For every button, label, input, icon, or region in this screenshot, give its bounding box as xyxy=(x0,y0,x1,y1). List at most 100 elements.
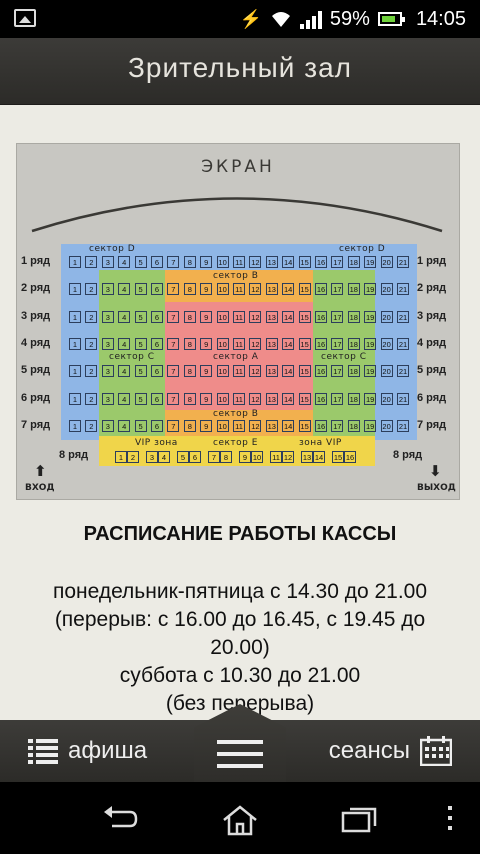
seat[interactable]: 18 xyxy=(347,256,360,268)
seat[interactable]: 12 xyxy=(249,365,262,378)
seat[interactable]: 3 xyxy=(101,283,114,296)
seat[interactable]: 16 xyxy=(315,283,327,296)
seat[interactable]: 11 xyxy=(233,256,245,268)
seat[interactable]: 12 xyxy=(249,310,262,323)
seat[interactable]: 19 xyxy=(364,337,377,350)
seat[interactable]: 7 xyxy=(167,337,180,350)
seat[interactable]: 9 xyxy=(200,283,213,296)
seat[interactable]: 13 xyxy=(265,337,278,350)
seat[interactable]: 1 xyxy=(69,337,81,350)
seat[interactable]: 8 xyxy=(183,365,196,378)
seat[interactable]: 19 xyxy=(364,283,377,296)
seat[interactable]: 18 xyxy=(347,283,360,296)
seat[interactable]: 2 xyxy=(85,283,98,296)
seat[interactable]: 18 xyxy=(347,392,360,405)
seat[interactable]: 21 xyxy=(397,365,409,378)
seat[interactable]: 9 xyxy=(200,392,213,405)
seat[interactable]: 15 xyxy=(298,283,311,296)
seansy-button[interactable]: сеансы xyxy=(329,720,452,782)
seat[interactable]: 8 xyxy=(183,283,196,296)
seat-row8[interactable]: 8 xyxy=(220,451,232,463)
seat[interactable]: 1 xyxy=(69,365,81,378)
seat[interactable]: 6 xyxy=(151,419,163,432)
seat-row8[interactable]: 13 xyxy=(301,451,313,463)
seat[interactable]: 6 xyxy=(151,283,163,296)
seat[interactable]: 7 xyxy=(167,310,180,323)
seat[interactable]: 8 xyxy=(183,337,196,350)
seat[interactable]: 21 xyxy=(397,310,409,323)
seat[interactable]: 15 xyxy=(298,419,311,432)
seat[interactable]: 14 xyxy=(282,419,295,432)
seat[interactable]: 5 xyxy=(134,310,147,323)
seat[interactable]: 2 xyxy=(85,310,98,323)
seat[interactable]: 12 xyxy=(249,256,262,268)
seat-row8[interactable]: 12 xyxy=(282,451,294,463)
seat[interactable]: 15 xyxy=(298,310,311,323)
seat[interactable]: 1 xyxy=(69,392,81,405)
seat[interactable]: 6 xyxy=(151,256,163,268)
seat[interactable]: 18 xyxy=(347,310,360,323)
seat[interactable]: 15 xyxy=(298,256,311,268)
seat[interactable]: 14 xyxy=(282,365,295,378)
seat[interactable]: 21 xyxy=(397,419,409,432)
seat[interactable]: 10 xyxy=(216,337,229,350)
seat[interactable]: 10 xyxy=(216,365,229,378)
seat[interactable]: 14 xyxy=(282,392,295,405)
seat[interactable]: 8 xyxy=(183,392,196,405)
seat[interactable]: 20 xyxy=(380,392,393,405)
seat[interactable]: 21 xyxy=(397,256,409,268)
seat[interactable]: 17 xyxy=(331,337,344,350)
seat[interactable]: 14 xyxy=(282,256,295,268)
seat[interactable]: 21 xyxy=(397,337,409,350)
seat[interactable]: 19 xyxy=(364,310,377,323)
seat[interactable]: 8 xyxy=(183,256,196,268)
seat[interactable]: 2 xyxy=(85,337,98,350)
back-icon[interactable] xyxy=(100,804,140,834)
seat-row8[interactable]: 11 xyxy=(270,451,282,463)
seat[interactable]: 3 xyxy=(101,256,114,268)
seat[interactable]: 9 xyxy=(200,419,213,432)
seat[interactable]: 17 xyxy=(331,365,344,378)
seat[interactable]: 5 xyxy=(134,283,147,296)
seat[interactable]: 19 xyxy=(364,419,377,432)
seat[interactable]: 17 xyxy=(331,283,344,296)
seat[interactable]: 10 xyxy=(216,392,229,405)
seat[interactable]: 2 xyxy=(85,365,98,378)
seat[interactable]: 17 xyxy=(331,256,344,268)
seat[interactable]: 11 xyxy=(233,337,245,350)
seat[interactable]: 2 xyxy=(85,256,98,268)
seat-row8[interactable]: 16 xyxy=(344,451,356,463)
seat[interactable]: 12 xyxy=(249,283,262,296)
seat[interactable]: 13 xyxy=(265,419,278,432)
seat[interactable]: 18 xyxy=(347,419,360,432)
seat[interactable]: 8 xyxy=(183,310,196,323)
seat[interactable]: 19 xyxy=(364,365,377,378)
seat[interactable]: 1 xyxy=(69,310,81,323)
seat[interactable]: 5 xyxy=(134,337,147,350)
seat[interactable]: 11 xyxy=(233,419,245,432)
seat[interactable]: 5 xyxy=(134,419,147,432)
seat[interactable]: 12 xyxy=(249,419,262,432)
seat[interactable]: 13 xyxy=(265,365,278,378)
afisha-button[interactable]: афиша xyxy=(28,720,147,782)
seat[interactable]: 10 xyxy=(216,310,229,323)
seat[interactable]: 16 xyxy=(315,419,327,432)
home-icon[interactable] xyxy=(220,804,260,836)
seat[interactable]: 15 xyxy=(298,337,311,350)
seat[interactable]: 20 xyxy=(380,310,393,323)
seat[interactable]: 5 xyxy=(134,256,147,268)
seat[interactable]: 16 xyxy=(315,337,327,350)
seat-row8[interactable]: 6 xyxy=(189,451,201,463)
seat[interactable]: 18 xyxy=(347,365,360,378)
seat[interactable]: 2 xyxy=(85,419,98,432)
seat[interactable]: 7 xyxy=(167,365,180,378)
seat[interactable]: 6 xyxy=(151,310,163,323)
seat[interactable]: 14 xyxy=(282,283,295,296)
seat[interactable]: 11 xyxy=(233,310,245,323)
seat[interactable]: 15 xyxy=(298,365,311,378)
seat[interactable]: 18 xyxy=(347,337,360,350)
seat[interactable]: 6 xyxy=(151,392,163,405)
seat[interactable]: 3 xyxy=(101,337,114,350)
seat[interactable]: 7 xyxy=(167,419,180,432)
seat[interactable]: 11 xyxy=(233,392,245,405)
